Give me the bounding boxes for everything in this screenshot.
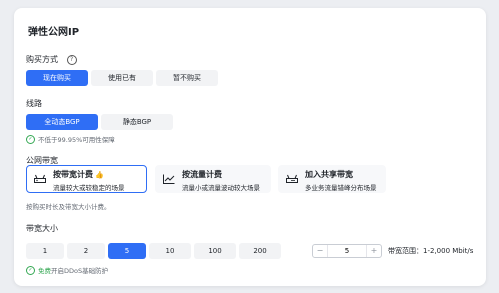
bandwidth-range: 带宽范围：1-2,000 Mbit/s	[388, 247, 474, 255]
size-option-10[interactable]: 10	[149, 243, 191, 259]
ddos-free-text: 免费	[38, 267, 51, 275]
billing-by-bandwidth-card[interactable]: 按带宽计费 👍 流量较大或较稳定的场景	[26, 165, 147, 193]
check-circle-icon: ✓	[26, 134, 35, 144]
line-chart-icon	[163, 174, 175, 184]
purchase-option-existing[interactable]: 使用已有	[91, 70, 153, 86]
line-option-dynamic-bgp[interactable]: 全动态BGP	[26, 114, 98, 130]
line-options: 全动态BGP 静态BGP	[26, 114, 173, 130]
decrement-button[interactable]: −	[313, 245, 327, 257]
line-option-static-bgp[interactable]: 静态BGP	[101, 114, 173, 130]
bandwidth-stepper: − +	[312, 244, 382, 258]
shared-bandwidth-name: 加入共享带宽	[305, 170, 353, 179]
bandwidth-note: 按购买时长及带宽大小计费。	[26, 203, 111, 211]
router-icon	[34, 174, 46, 183]
line-label: 线路	[26, 99, 42, 108]
check-circle-icon: ✓	[26, 265, 35, 275]
bandwidth-input[interactable]	[327, 245, 367, 257]
billing-by-traffic-desc: 流量小或流量波动较大场景	[182, 184, 260, 192]
size-option-1[interactable]: 1	[26, 243, 64, 259]
section-title: 弹性公网IP	[28, 27, 80, 38]
billing-by-bandwidth-title: 按带宽计费	[53, 170, 93, 179]
increment-button[interactable]: +	[367, 245, 381, 257]
help-icon[interactable]: ?	[66, 54, 77, 65]
billing-by-traffic-card[interactable]: 按流量计费 流量小或流量波动较大场景	[155, 165, 271, 193]
size-option-100[interactable]: 100	[194, 243, 236, 259]
purchase-options: 现在购买 使用已有 暂不购买	[26, 70, 218, 86]
shared-bandwidth-icon	[286, 174, 298, 183]
billing-by-bandwidth-name: 按带宽计费 👍	[53, 169, 104, 180]
line-note: ✓ 不低于99.95%可用性保障	[26, 134, 115, 144]
purchase-option-new[interactable]: 现在购买	[26, 70, 88, 86]
thumbs-up-icon: 👍	[95, 171, 104, 179]
purchase-option-none[interactable]: 暂不购买	[156, 70, 218, 86]
ddos-note-text: 开启DDoS基础防护	[51, 267, 109, 275]
purchase-label: 购买方式 ?	[26, 54, 77, 65]
line-note-text: 不低于99.95%可用性保障	[38, 136, 115, 144]
billing-by-bandwidth-desc: 流量较大或较稳定的场景	[53, 184, 125, 192]
size-option-5[interactable]: 5	[108, 243, 146, 259]
ddos-note: ✓ 免费开启DDoS基础防护	[26, 265, 108, 275]
size-option-200[interactable]: 200	[239, 243, 281, 259]
shared-bandwidth-desc: 多业务流量错峰分布场景	[305, 184, 377, 192]
shared-bandwidth-card[interactable]: 加入共享带宽 多业务流量错峰分布场景	[278, 165, 386, 193]
eip-config-card: 弹性公网IP 购买方式 ? 现在购买 使用已有 暂不购买 线路 全动态BGP 静…	[14, 8, 486, 286]
size-label: 带宽大小	[26, 224, 58, 233]
size-option-2[interactable]: 2	[67, 243, 105, 259]
billing-by-traffic-name: 按流量计费	[182, 170, 222, 179]
size-options: 1 2 5 10 100 200	[26, 243, 281, 259]
purchase-label-text: 购买方式	[26, 55, 58, 64]
